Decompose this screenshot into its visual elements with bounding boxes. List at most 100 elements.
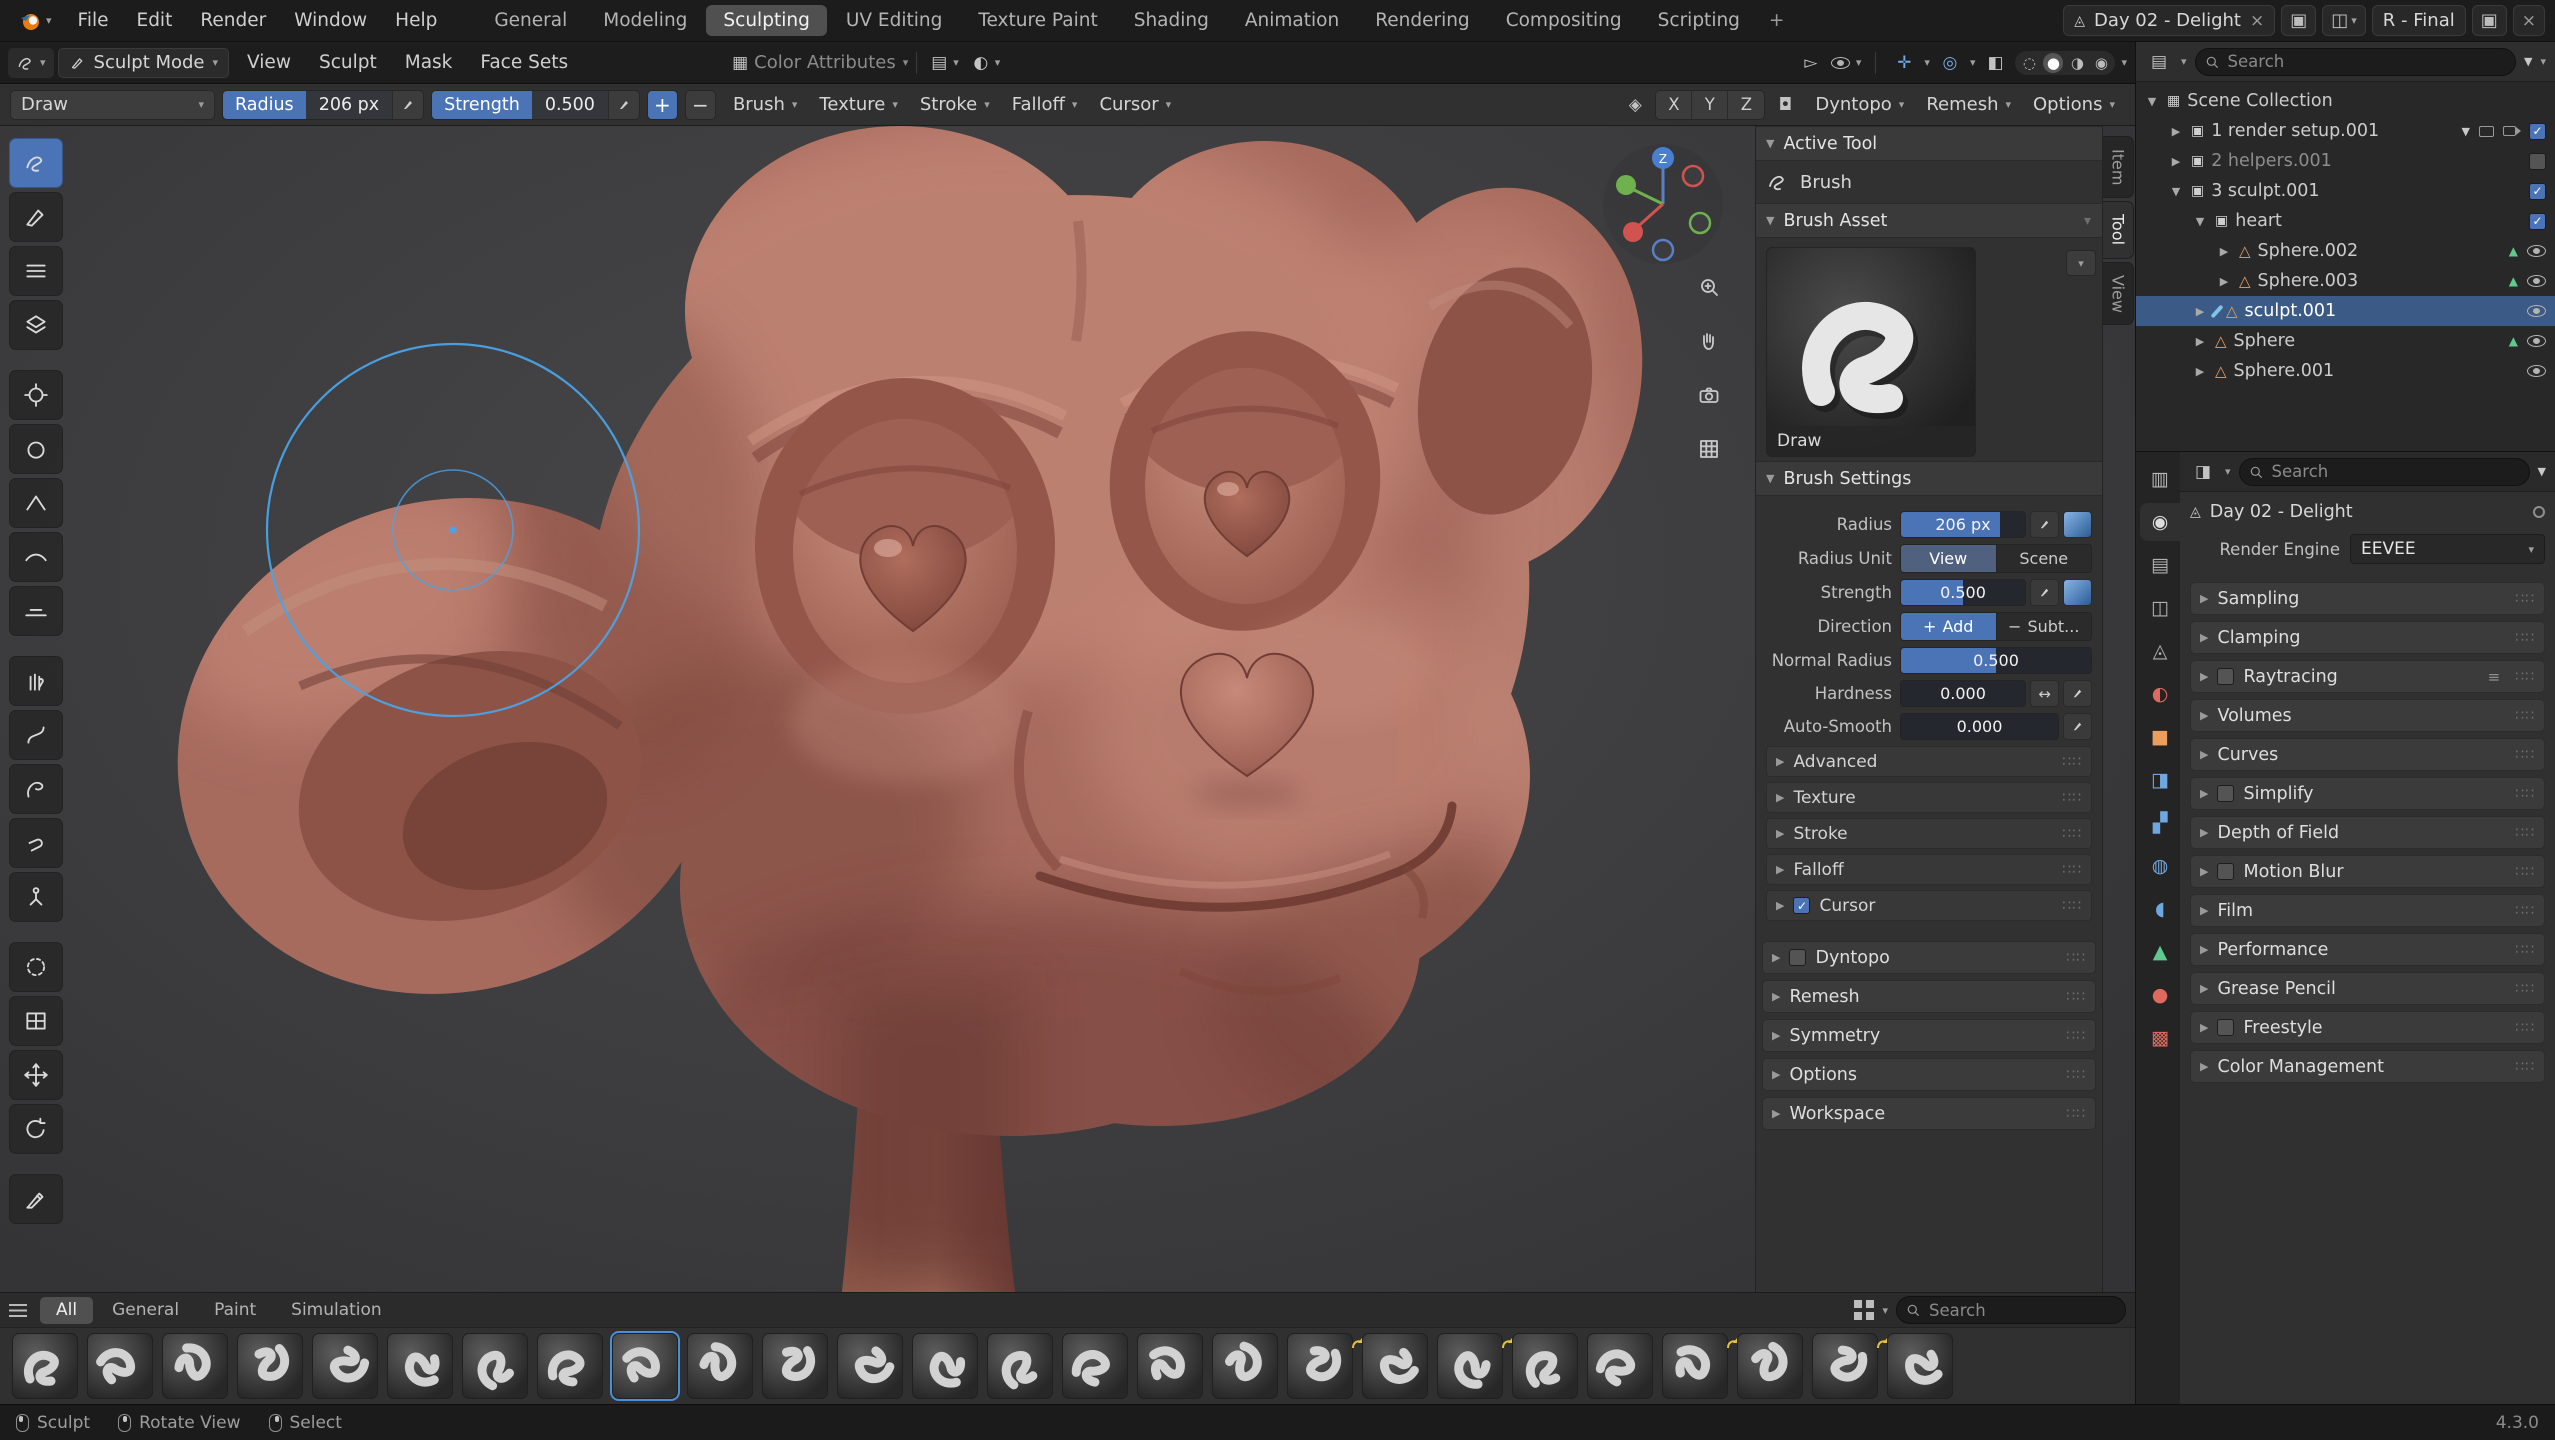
brush-preview[interactable]: Draw bbox=[1766, 247, 1976, 457]
brush-thumbnail-23[interactable] bbox=[1737, 1333, 1803, 1399]
tool-pose[interactable] bbox=[9, 872, 63, 922]
menu-file[interactable]: File bbox=[64, 6, 123, 36]
mirror-icon[interactable]: ◈ bbox=[1621, 91, 1649, 119]
tool-layer[interactable] bbox=[9, 300, 63, 350]
orthographic-grid-icon[interactable] bbox=[1688, 428, 1730, 470]
outliner-editor-icon[interactable]: ▤ bbox=[2145, 48, 2173, 76]
tool-mask[interactable] bbox=[9, 942, 63, 992]
dropdown-remesh[interactable]: Remesh▾ bbox=[1916, 90, 2021, 120]
symmetry-x-toggle[interactable]: X bbox=[1656, 91, 1692, 119]
filter-funnel-icon[interactable]: ▼ bbox=[2524, 55, 2532, 68]
chevron-right-icon[interactable]: ▶ bbox=[2216, 245, 2232, 258]
panel-cursor[interactable]: ▶✓Cursor∷∷ bbox=[1766, 890, 2092, 921]
panel-options[interactable]: ▶Options∷∷ bbox=[1762, 1058, 2096, 1091]
tool-clay-strips[interactable] bbox=[9, 246, 63, 296]
workspace-tab-texture-paint[interactable]: Texture Paint bbox=[961, 5, 1114, 36]
editor-type-button[interactable]: ▾ bbox=[8, 48, 54, 78]
pen-pressure-icon[interactable] bbox=[2063, 680, 2092, 707]
asset-tab-simulation[interactable]: Simulation bbox=[275, 1297, 398, 1324]
overlays-toggle-icon[interactable]: ◎ bbox=[1936, 49, 1964, 77]
tool-draw-sharp[interactable] bbox=[9, 192, 63, 242]
dropdown-stroke[interactable]: Stroke▾ bbox=[910, 90, 1000, 120]
brush-thumbnail-12[interactable] bbox=[912, 1333, 978, 1399]
properties-tab-view-layer-properties[interactable]: ◫ bbox=[2140, 589, 2180, 627]
panel-texture[interactable]: ▶Texture∷∷ bbox=[1766, 782, 2092, 813]
brush-thumbnail-17[interactable] bbox=[1287, 1333, 1353, 1399]
checkbox-motion-blur[interactable] bbox=[2217, 863, 2234, 880]
eye-icon[interactable] bbox=[2527, 245, 2546, 257]
pen-pressure-icon[interactable] bbox=[2030, 579, 2059, 606]
active-tool-panel-header[interactable]: ▼ Active Tool bbox=[1756, 126, 2102, 161]
properties-tab-modifier-properties[interactable]: ◨ bbox=[2140, 761, 2180, 799]
gizmo-toggle-icon[interactable]: ✛ bbox=[1890, 49, 1918, 77]
outliner-row-heart[interactable]: ▼▣heart✓ bbox=[2136, 206, 2555, 236]
tool-snake-hook[interactable] bbox=[9, 764, 63, 814]
scene-selector[interactable]: ◬ Day 02 - Delight × bbox=[2063, 5, 2275, 36]
properties-tab-particle-properties[interactable]: ▞ bbox=[2140, 804, 2180, 842]
outliner-row-sphere-003[interactable]: ▶△Sphere.003▲ bbox=[2136, 266, 2555, 296]
properties-editor-icon[interactable]: ◨ bbox=[2189, 458, 2217, 486]
tool-rotate[interactable] bbox=[9, 1104, 63, 1154]
brush-thumbnail-10[interactable] bbox=[762, 1333, 828, 1399]
dropdown-texture[interactable]: Texture▾ bbox=[809, 90, 907, 120]
brush-asset-panel-header[interactable]: ▼ Brush Asset ▾ bbox=[1756, 203, 2102, 238]
checkbox-dyntopo[interactable] bbox=[1789, 949, 1806, 966]
workspace-tab-modeling[interactable]: Modeling bbox=[586, 5, 704, 36]
workspace-tab-general[interactable]: General bbox=[477, 5, 584, 36]
chevron-right-icon[interactable]: ▶ bbox=[2168, 125, 2184, 138]
panel-symmetry[interactable]: ▶Symmetry∷∷ bbox=[1762, 1019, 2096, 1052]
chevron-down-icon[interactable]: ▼ bbox=[2144, 95, 2160, 108]
panel-advanced[interactable]: ▶Advanced∷∷ bbox=[1766, 746, 2092, 777]
properties-tab-physics-properties[interactable]: ◍ bbox=[2140, 847, 2180, 885]
chevron-right-icon[interactable]: ▶ bbox=[2192, 335, 2208, 348]
outliner-row-2-helpers-001[interactable]: ▶▣2 helpers.001 bbox=[2136, 146, 2555, 176]
chevron-down-icon[interactable]: ▼ bbox=[2168, 185, 2184, 198]
pen-pressure-icon[interactable] bbox=[2063, 713, 2092, 740]
workspace-tab-compositing[interactable]: Compositing bbox=[1489, 5, 1639, 36]
brush-thumbnail-5[interactable] bbox=[387, 1333, 453, 1399]
chevron-right-icon[interactable]: ▶ bbox=[2192, 305, 2208, 318]
checkbox-raytracing[interactable] bbox=[2217, 668, 2234, 685]
matcap-sphere-icon[interactable]: ◐ bbox=[967, 49, 995, 77]
3d-viewport[interactable]: Z ▼ Active Tool bbox=[0, 126, 2135, 1292]
sidebar-tab-view[interactable]: View bbox=[2103, 262, 2134, 326]
panel-depth-of-field[interactable]: ▶Depth of Field∷∷ bbox=[2190, 816, 2545, 849]
brush-thumbnail-4[interactable] bbox=[312, 1333, 378, 1399]
tool-annotate[interactable] bbox=[9, 1174, 63, 1224]
pin-icon[interactable] bbox=[2533, 506, 2545, 518]
orientation-gizmo[interactable]: Z bbox=[1593, 132, 1733, 272]
sidebar-tab-tool[interactable]: Tool bbox=[2103, 201, 2134, 258]
panel-raytracing[interactable]: ▶Raytracing≡∷∷ bbox=[2190, 660, 2545, 693]
workspace-tab-scripting[interactable]: Scripting bbox=[1641, 5, 1757, 36]
unified-strength-icon[interactable] bbox=[2063, 579, 2092, 606]
brush-thumbnail-9[interactable] bbox=[687, 1333, 753, 1399]
direction-subtract-button[interactable]: − Subt... bbox=[1997, 613, 2092, 640]
sidebar-tab-item[interactable]: Item bbox=[2103, 136, 2134, 198]
tool-thumb[interactable] bbox=[9, 818, 63, 868]
panel-performance[interactable]: ▶Performance∷∷ bbox=[2190, 933, 2545, 966]
brush-thumbnail-7[interactable] bbox=[537, 1333, 603, 1399]
menu-help[interactable]: Help bbox=[381, 6, 451, 36]
brush-thumbnail-19[interactable] bbox=[1437, 1333, 1503, 1399]
menu-sculpt[interactable]: Sculpt bbox=[305, 48, 391, 78]
radius-field[interactable]: Radius 206 px bbox=[222, 90, 424, 120]
panel-grease-pencil[interactable]: ▶Grease Pencil∷∷ bbox=[2190, 972, 2545, 1005]
menu-edit[interactable]: Edit bbox=[123, 6, 187, 36]
checkbox-simplify[interactable] bbox=[2217, 785, 2234, 802]
brush-thumbnail-21[interactable] bbox=[1587, 1333, 1653, 1399]
asset-search-input[interactable] bbox=[1896, 1296, 2126, 1324]
new-scene-button[interactable]: ▣ bbox=[2281, 5, 2316, 36]
brush-asset-dropdown[interactable]: ▾ bbox=[2066, 250, 2096, 276]
properties-tab-world-properties[interactable]: ◐ bbox=[2140, 675, 2180, 713]
pen-pressure-icon[interactable] bbox=[2030, 511, 2059, 538]
visibility-icon[interactable] bbox=[1831, 57, 1850, 69]
properties-tab-material-properties[interactable]: ● bbox=[2140, 976, 2180, 1014]
brush-thumbnail-20[interactable] bbox=[1512, 1333, 1578, 1399]
eye-icon[interactable] bbox=[2527, 335, 2546, 347]
shading-rendered-icon[interactable]: ◉ bbox=[2091, 53, 2111, 73]
view-layer-menu[interactable]: ◫ ▾ bbox=[2322, 5, 2366, 36]
selectability-icon[interactable]: ▻ bbox=[1797, 49, 1825, 77]
strength-pressure-icon[interactable] bbox=[608, 91, 639, 119]
outliner-row-sphere-002[interactable]: ▶△Sphere.002▲ bbox=[2136, 236, 2555, 266]
menu-mask[interactable]: Mask bbox=[391, 48, 467, 78]
